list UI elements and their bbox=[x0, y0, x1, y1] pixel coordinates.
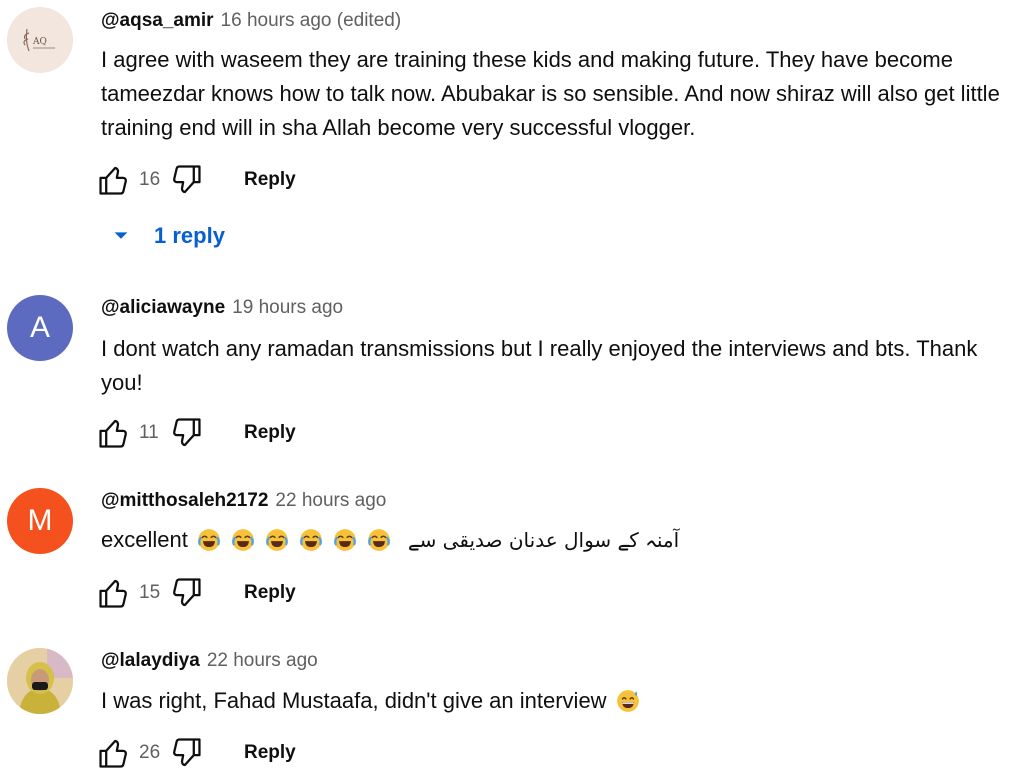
comment-header: @aliciawayne 19 hours ago bbox=[101, 297, 343, 319]
comment-actions: 15 Reply bbox=[97, 576, 296, 610]
reply-button[interactable]: Reply bbox=[244, 582, 296, 604]
thumbs-up-icon bbox=[97, 416, 131, 450]
comment-author[interactable]: @lalaydiya bbox=[101, 650, 200, 672]
like-count: 16 bbox=[139, 169, 161, 190]
comment-header: @mitthosaleh2172 22 hours ago bbox=[101, 490, 386, 512]
reply-button[interactable]: Reply bbox=[244, 422, 296, 444]
comment-actions: 11 Reply bbox=[97, 416, 296, 450]
dislike-button[interactable] bbox=[169, 416, 203, 450]
thumbs-down-icon bbox=[169, 163, 203, 197]
comment-time[interactable]: 16 hours ago (edited) bbox=[221, 10, 402, 32]
comment-text: I dont watch any ramadan transmissions b… bbox=[101, 336, 978, 395]
comment-text-urdu: آمنہ کے سوال عدنان صدیقی سے bbox=[407, 528, 680, 552]
comment-time[interactable]: 22 hours ago bbox=[275, 490, 386, 512]
laughing-emoji bbox=[230, 527, 256, 553]
avatar[interactable] bbox=[7, 648, 73, 714]
comment-actions: 16 Reply bbox=[97, 163, 296, 197]
like-count: 11 bbox=[139, 422, 159, 443]
like-button[interactable] bbox=[97, 736, 131, 770]
thumbs-down-icon bbox=[169, 736, 203, 770]
comment-actions: 26 Reply bbox=[97, 736, 296, 770]
dislike-button[interactable] bbox=[169, 576, 203, 610]
avatar[interactable]: M bbox=[7, 488, 73, 554]
view-replies-button[interactable]: 1 reply bbox=[110, 223, 225, 249]
comment-text-english: excellent bbox=[101, 527, 188, 552]
dislike-button[interactable] bbox=[169, 163, 203, 197]
like-count: 15 bbox=[139, 582, 161, 603]
profile-photo-icon bbox=[7, 648, 73, 714]
thumbs-down-icon bbox=[169, 416, 203, 450]
comment-author[interactable]: @mitthosaleh2172 bbox=[101, 490, 268, 512]
comment-author[interactable]: @aqsa_amir bbox=[101, 10, 214, 32]
like-button[interactable] bbox=[97, 416, 131, 450]
thumbs-up-icon bbox=[97, 736, 131, 770]
reply-button[interactable]: Reply bbox=[244, 169, 296, 191]
svg-text:AQ: AQ bbox=[32, 37, 47, 47]
thumbs-up-icon bbox=[97, 576, 131, 610]
avatar[interactable]: AQ bbox=[7, 7, 73, 73]
comment-time[interactable]: 22 hours ago bbox=[207, 650, 318, 672]
avatar-logo-icon: AQ bbox=[7, 7, 73, 73]
dislike-button[interactable] bbox=[169, 736, 203, 770]
laughing-emoji bbox=[264, 527, 290, 553]
laughing-emoji bbox=[298, 527, 324, 553]
comment-text-english: I was right, Fahad Mustaafa, didn't give… bbox=[101, 688, 607, 713]
comment-text: I was right, Fahad Mustaafa, didn't give… bbox=[101, 684, 1016, 718]
like-count: 26 bbox=[139, 742, 161, 763]
comment-header: @lalaydiya 22 hours ago bbox=[101, 650, 318, 672]
thumbs-down-icon bbox=[169, 576, 203, 610]
comment-text: excellent آمنہ کے سوال عدنان صدیقی سے bbox=[101, 523, 1016, 557]
grinning-sweat-emoji bbox=[615, 688, 641, 714]
laughing-emoji bbox=[196, 527, 222, 553]
comment-time[interactable]: 19 hours ago bbox=[232, 297, 343, 319]
avatar[interactable]: A bbox=[7, 295, 73, 361]
replies-label: 1 reply bbox=[154, 223, 225, 248]
comment-header: @aqsa_amir 16 hours ago (edited) bbox=[101, 10, 401, 32]
like-button[interactable] bbox=[97, 576, 131, 610]
laughing-emoji bbox=[366, 527, 392, 553]
laughing-emoji bbox=[332, 527, 358, 553]
thumbs-up-icon bbox=[97, 163, 131, 197]
like-button[interactable] bbox=[97, 163, 131, 197]
caret-down-icon bbox=[110, 225, 132, 247]
reply-button[interactable]: Reply bbox=[244, 742, 296, 764]
comment-author[interactable]: @aliciawayne bbox=[101, 297, 225, 319]
comment-text: I agree with waseem they are training th… bbox=[101, 47, 1000, 140]
